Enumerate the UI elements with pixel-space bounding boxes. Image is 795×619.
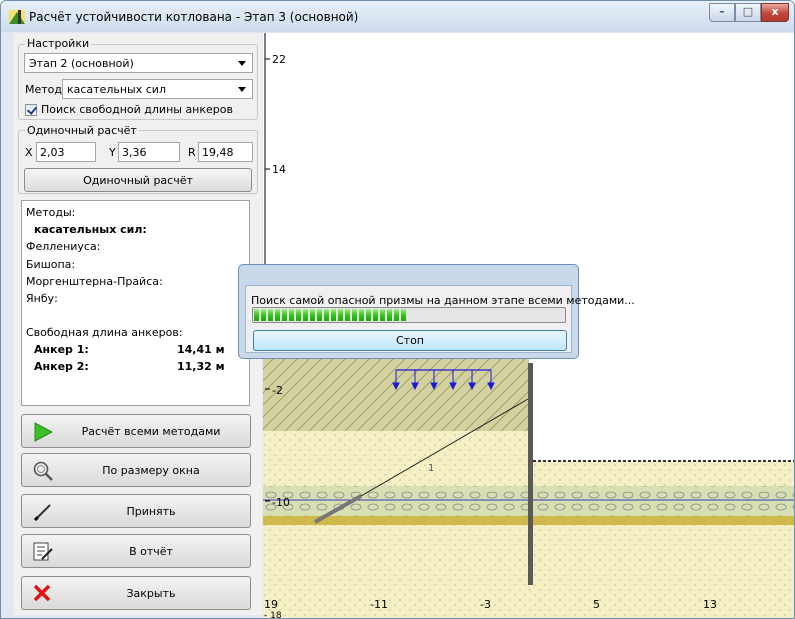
minimize-button[interactable]: – xyxy=(709,3,735,22)
x-tick-label: 13 xyxy=(703,598,717,611)
methods-header: Методы: xyxy=(26,206,76,219)
x-tick-label: -11 xyxy=(370,598,388,611)
stage-select[interactable]: Этап 2 (основной) xyxy=(24,53,253,73)
anchor-1-value: 14,41 м xyxy=(177,343,225,356)
progress-segment xyxy=(366,309,372,321)
anchor-1-label: Анкер 1: xyxy=(34,343,89,356)
method-label: Метод xyxy=(25,83,63,96)
play-icon xyxy=(34,422,54,442)
accept-button[interactable]: Принять xyxy=(21,494,251,528)
app-icon xyxy=(9,10,25,24)
x-tick-label: -3 xyxy=(480,598,491,611)
zoom-icon xyxy=(33,461,53,481)
progress-message: Поиск самой опасной призмы на данном эта… xyxy=(251,294,635,307)
x-tick-label: 19 xyxy=(264,598,278,611)
retaining-wall xyxy=(528,363,533,585)
r-label: R xyxy=(188,146,196,159)
x-label: X xyxy=(25,146,33,159)
progress-segment xyxy=(268,309,274,321)
progress-segment xyxy=(373,309,379,321)
progress-segment xyxy=(338,309,344,321)
stage-select-value: Этап 2 (основной) xyxy=(29,57,134,70)
x-tick-label: 5 xyxy=(593,598,600,611)
progress-segment xyxy=(331,309,337,321)
progress-bar xyxy=(252,307,566,323)
progress-segment xyxy=(345,309,351,321)
single-calc-button[interactable]: Одиночный расчёт xyxy=(24,168,252,192)
y-input[interactable]: 3,36 xyxy=(118,142,180,162)
progress-segment xyxy=(387,309,393,321)
title-bar: Расчёт устойчивости котлована - Этап 3 (… xyxy=(1,1,794,32)
y-tick-label: 14 xyxy=(272,163,286,176)
progress-segment xyxy=(317,309,323,321)
settings-group-label: Настройки xyxy=(25,37,92,50)
fit-window-button[interactable]: По размеру окна xyxy=(21,453,251,487)
progress-segment xyxy=(254,309,260,321)
method-select[interactable]: касательных сил xyxy=(62,79,253,99)
progress-segment xyxy=(289,309,295,321)
progress-segment xyxy=(401,309,407,321)
close-icon xyxy=(33,584,51,602)
y-label: Y xyxy=(109,146,116,159)
method-result-janbu: Янбу: xyxy=(26,292,58,305)
progress-segment xyxy=(275,309,281,321)
chevron-down-icon xyxy=(238,61,246,66)
progress-segment xyxy=(359,309,365,321)
y-tick-label: 22 xyxy=(272,53,286,66)
chevron-down-icon xyxy=(238,87,246,92)
x-tick-sub-label: - 18 xyxy=(264,611,282,619)
close-window-button[interactable]: x xyxy=(761,3,789,22)
progress-segment xyxy=(303,309,309,321)
app-window: Расчёт устойчивости котлована - Этап 3 (… xyxy=(0,0,795,619)
anchors-header: Свободная длина анкеров: xyxy=(26,326,183,339)
maximize-button[interactable]: □ xyxy=(735,3,761,22)
report-edit-icon xyxy=(33,542,53,561)
x-input[interactable]: 2,03 xyxy=(36,142,96,162)
progress-segment xyxy=(296,309,302,321)
single-calc-group-label: Одиночный расчёт xyxy=(25,124,139,137)
results-panel: Методы: касательных сил: Феллениуса: Биш… xyxy=(21,200,250,406)
progress-segment xyxy=(282,309,288,321)
y-tick-label: -2 xyxy=(272,384,283,397)
progress-bar-fill xyxy=(254,309,409,321)
method-result-bishop: Бишопа: xyxy=(26,258,76,271)
progress-segment xyxy=(394,309,400,321)
window-title: Расчёт устойчивости котлована - Этап 3 (… xyxy=(29,10,359,24)
progress-segment xyxy=(261,309,267,321)
progress-segment xyxy=(352,309,358,321)
close-button[interactable]: Закрыть xyxy=(21,576,251,610)
calc-all-button[interactable]: Расчёт всеми методами xyxy=(21,414,251,448)
anchor-2-value: 11,32 м xyxy=(177,360,225,373)
slope-label: 1 xyxy=(428,463,434,474)
progress-dialog: Поиск самой опасной призмы на данном эта… xyxy=(238,264,635,359)
method-result-morgenstern-price: Моргенштерна-Прайса: xyxy=(26,275,163,288)
method-result-fellenius: Феллениуса: xyxy=(26,240,101,253)
anchor-2-label: Анкер 2: xyxy=(34,360,89,373)
y-tick-label: -10 xyxy=(272,496,290,509)
progress-segment xyxy=(324,309,330,321)
progress-segment xyxy=(380,309,386,321)
progress-segment xyxy=(310,309,316,321)
report-button[interactable]: В отчёт xyxy=(21,534,251,568)
free-length-label: Поиск свободной длины анкеров xyxy=(41,103,233,116)
stop-button[interactable]: Стоп xyxy=(253,330,567,351)
pencil-icon xyxy=(33,504,51,522)
method-result-tangent: касательных сил: xyxy=(34,223,147,236)
method-select-value: касательных сил xyxy=(67,83,166,96)
r-input[interactable]: 19,48 xyxy=(198,142,253,162)
free-length-checkbox[interactable] xyxy=(25,104,37,116)
progress-dialog-body: Поиск самой опасной призмы на данном эта… xyxy=(245,285,635,353)
